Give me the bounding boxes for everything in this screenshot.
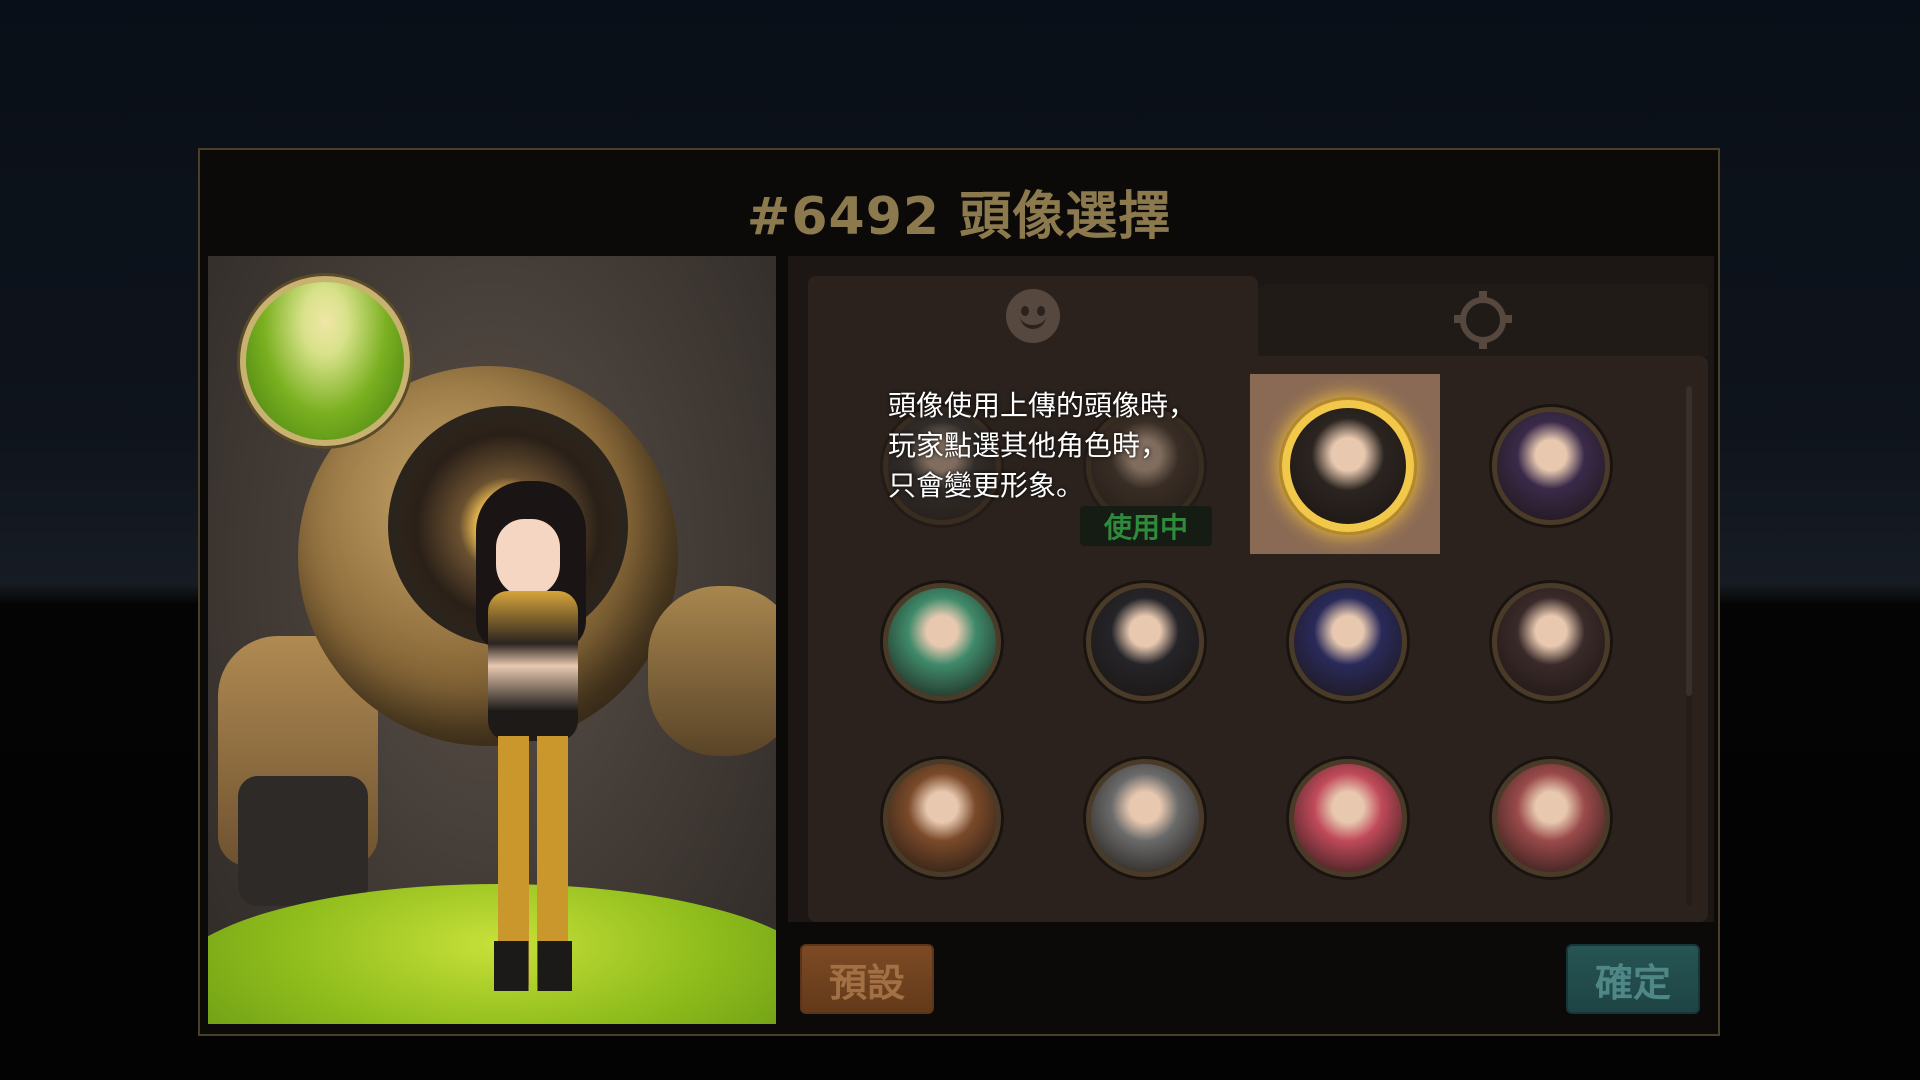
dialog-title: #6492 頭像選擇 (746, 187, 1172, 247)
avatar-white-hair[interactable] (1492, 759, 1610, 877)
avatar-selected[interactable] (1282, 400, 1414, 532)
smile-icon (1006, 289, 1060, 343)
game-screen: #6492 頭像選擇 使用中 頭像使用上傳的頭像時， 玩家點選其他角色時， 只會… (0, 0, 1920, 1080)
tab-custom-settings[interactable] (1258, 284, 1708, 356)
avatar-grid-scrollbar[interactable] (1686, 386, 1692, 906)
robot-leg (238, 776, 368, 906)
avatar-old-man[interactable] (1086, 759, 1204, 877)
avatar-top-hat[interactable] (1492, 407, 1610, 525)
character-figure (458, 481, 608, 991)
background-scene-avatar[interactable] (240, 276, 410, 446)
gear-icon (1454, 291, 1512, 349)
avatar-green-hair[interactable] (883, 583, 1001, 701)
confirm-button[interactable]: 確定 (1566, 944, 1700, 1014)
avatar-pink-hair[interactable] (1289, 759, 1407, 877)
avatar-hooded[interactable] (1086, 583, 1204, 701)
character-preview (208, 256, 776, 1024)
default-button[interactable]: 預設 (800, 944, 934, 1014)
avatar-glasses[interactable] (1492, 583, 1610, 701)
in-use-badge: 使用中 (1080, 506, 1212, 546)
upload-avatar-tooltip: 頭像使用上傳的頭像時， 玩家點選其他角色時， 只會變更形象。 (888, 389, 1197, 502)
tab-character-avatars[interactable] (808, 276, 1258, 356)
robot-arm-right (648, 586, 776, 756)
avatar-blue-hair[interactable] (1289, 583, 1407, 701)
avatar-captain[interactable] (883, 759, 1001, 877)
scrollbar-thumb[interactable] (1686, 386, 1692, 696)
